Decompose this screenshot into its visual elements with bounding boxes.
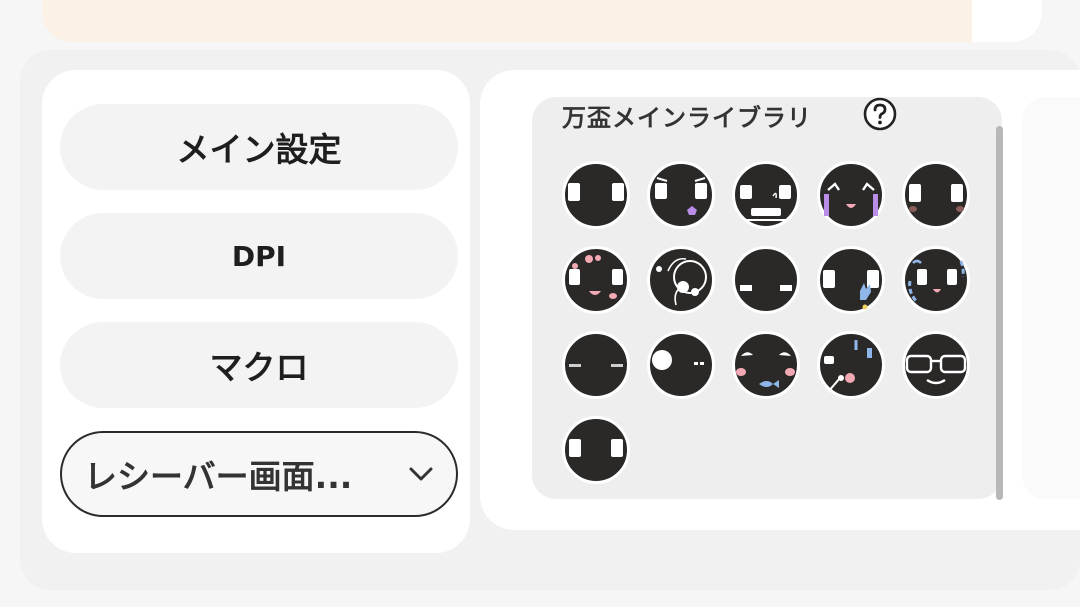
question-circle-icon[interactable] (862, 96, 898, 132)
face-music-note-icon (824, 340, 872, 393)
dpi-button[interactable]: DPI (60, 213, 458, 299)
face-bunny-charm[interactable] (817, 246, 885, 314)
top-banner (42, 0, 1042, 42)
next-panel-edge (1022, 97, 1080, 499)
dpi-label: DPI (231, 239, 287, 273)
library-title: 万盃メインライブラリ (562, 104, 812, 132)
face-purple-tears[interactable] (817, 161, 885, 229)
face-angry-eyes[interactable] (647, 161, 715, 229)
face-music-note[interactable] (817, 331, 885, 399)
face-square-eyes[interactable] (562, 161, 630, 229)
library-scrollbar[interactable] (996, 126, 1003, 500)
face-fish-blush-icon (736, 352, 795, 388)
face-square-eyes-icon (568, 183, 624, 201)
face-blush-square[interactable] (902, 161, 970, 229)
macro-label: マクロ (209, 348, 309, 387)
receiver-screen-dropdown[interactable]: レシーバー画面... (60, 431, 458, 517)
face-blue-drops-icon (908, 259, 965, 302)
face-line-eyes[interactable] (562, 331, 630, 399)
left-nav-panel: メイン設定 DPI マクロ レシーバー画面... (42, 70, 470, 553)
face-line-eyes-icon (569, 364, 623, 367)
main-settings-button[interactable]: メイン設定 (60, 104, 458, 190)
face-angry-eyes-icon (655, 177, 707, 215)
face-square-eyes-2-icon (569, 439, 623, 457)
top-banner-cap (972, 0, 1042, 42)
face-wink-dots[interactable] (647, 331, 715, 399)
face-purple-tears-icon (824, 182, 878, 216)
face-blush-square-icon (909, 184, 964, 212)
face-tired[interactable] (732, 161, 800, 229)
face-square-eyes-2[interactable] (562, 416, 630, 484)
receiver-screen-label: レシーバー画面... (84, 457, 353, 496)
chevron-down-icon (409, 467, 433, 481)
face-blue-drops[interactable] (902, 246, 970, 314)
main-settings-label: メイン設定 (176, 130, 342, 169)
face-bunny-charm-icon (823, 270, 879, 310)
face-flower-blush[interactable] (562, 246, 630, 314)
face-sunglasses[interactable] (902, 331, 970, 399)
face-tired-icon (740, 185, 791, 221)
face-sketch-cat[interactable] (647, 246, 715, 314)
face-sunglasses-icon (905, 354, 967, 385)
macro-button[interactable]: マクロ (60, 322, 458, 408)
face-fish-blush[interactable] (732, 331, 800, 399)
face-dash-eyes-icon (740, 285, 792, 291)
face-sketch-cat-icon (656, 257, 707, 306)
face-dash-eyes[interactable] (732, 246, 800, 314)
face-wink-dots-icon (652, 350, 704, 370)
face-flower-blush-icon (569, 255, 623, 299)
